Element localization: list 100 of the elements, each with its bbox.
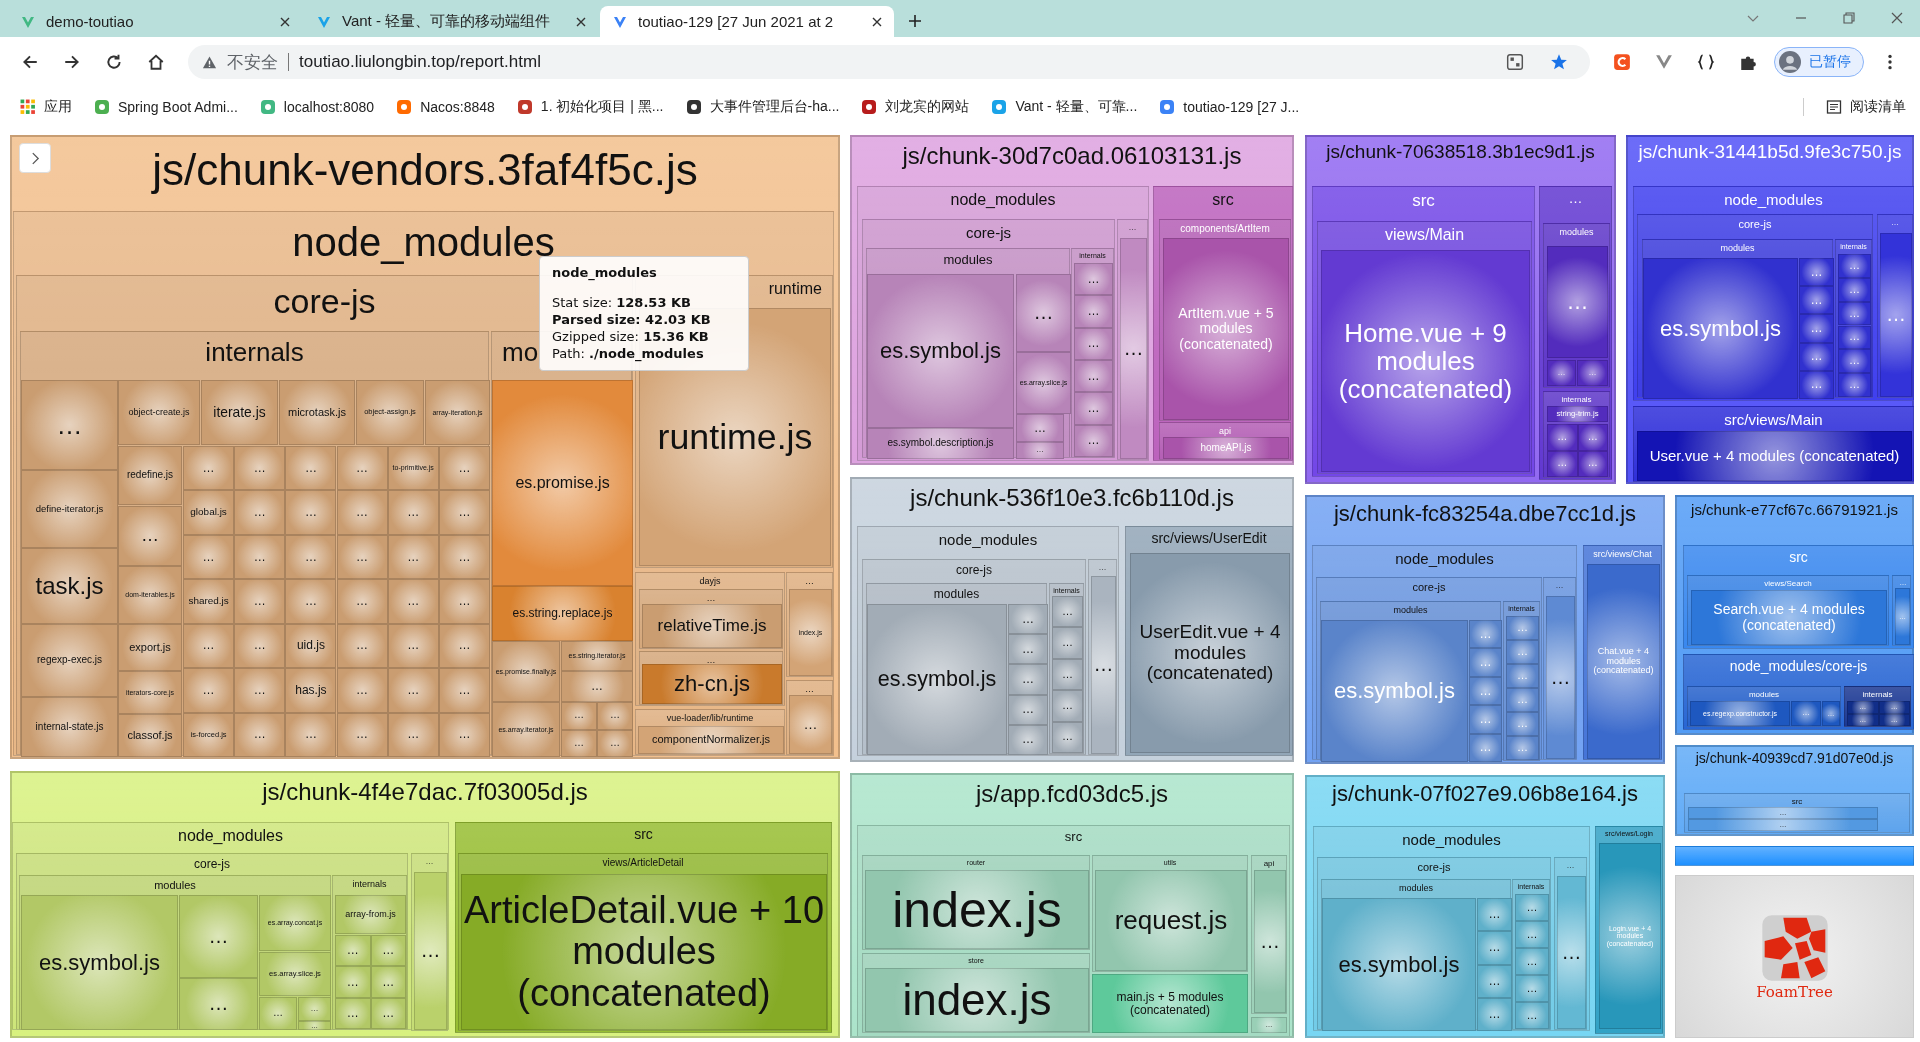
module-tile[interactable]: …	[285, 490, 337, 535]
module-tile[interactable]: …	[179, 895, 258, 978]
module-tile[interactable]: es.symbol.js	[21, 895, 178, 1030]
module-tile[interactable]: index.js	[865, 870, 1089, 949]
folder-tile[interactable]: … …	[1088, 559, 1117, 755]
module-tile[interactable]: …	[1120, 238, 1147, 459]
module-tile[interactable]: …	[438, 534, 490, 580]
module-tile[interactable]: …	[1515, 921, 1549, 948]
module-tile[interactable]: …	[1515, 1002, 1549, 1029]
bookmark-link[interactable]: localhost:8080	[259, 99, 375, 115]
folder-tile[interactable]: … zh-cn.js	[639, 651, 783, 705]
module-tile[interactable]: Home.vue + 9 modules (concatenated)	[1321, 250, 1530, 472]
module-tile[interactable]: es.string.replace.js	[492, 586, 633, 641]
module-tile[interactable]: …	[387, 579, 439, 624]
module-tile[interactable]: …	[234, 579, 286, 624]
module-tile[interactable]: …	[1254, 870, 1286, 1013]
module-tile[interactable]: …	[438, 668, 490, 713]
browser-tab[interactable]: Vant - 轻量、可靠的移动端组件	[304, 6, 598, 37]
module-tile[interactable]: regexp-exec.js	[21, 624, 118, 697]
folder-tile[interactable]: api …	[1251, 855, 1287, 1014]
module-tile[interactable]: …	[1052, 721, 1083, 753]
module-tile[interactable]: …	[1008, 634, 1048, 665]
module-tile[interactable]: relativeTime.js	[642, 604, 782, 648]
module-tile[interactable]: …	[285, 534, 337, 580]
folder-tile[interactable]: src views/Main Home.vue + 9 modules (concatenated)	[1312, 186, 1535, 477]
module-tile[interactable]: …	[336, 490, 388, 535]
module-tile[interactable]: …	[335, 966, 371, 998]
module-tile[interactable]: …	[1008, 694, 1048, 725]
bookmark-link[interactable]: 大事件管理后台-ha...	[685, 98, 840, 116]
folder-tile[interactable]: views/Main Home.vue + 9 modules (concatenated)	[1317, 221, 1532, 474]
folder-tile[interactable]: modules es.symbol.js … … … …	[1321, 879, 1511, 1030]
module-tile[interactable]: …	[1074, 392, 1113, 425]
module-tile[interactable]: …	[387, 712, 439, 757]
module-tile[interactable]: main.js + 5 modules (concatenated)	[1092, 974, 1248, 1033]
module-tile[interactable]: componentNormalizer.js	[638, 726, 784, 754]
module-tile[interactable]: classof.js	[118, 714, 182, 757]
sidebar-toggle-button[interactable]	[19, 143, 51, 173]
module-tile[interactable]: …	[285, 446, 337, 491]
module-tile[interactable]: …	[1557, 876, 1586, 1029]
browser-tab[interactable]: demo-toutiao	[8, 6, 302, 37]
module-tile[interactable]: …	[561, 729, 597, 757]
module-tile[interactable]: uid.js	[285, 623, 337, 669]
module-tile[interactable]: …	[1074, 360, 1113, 393]
module-tile[interactable]: …	[335, 997, 371, 1029]
bookmark-link[interactable]: 刘龙宾的网站	[861, 98, 970, 116]
profile-button[interactable]: 已暂停	[1774, 47, 1864, 77]
module-tile[interactable]: User.vue + 4 modules (concatenated)	[1637, 431, 1912, 481]
module-tile[interactable]: …	[438, 712, 490, 757]
close-icon[interactable]	[280, 16, 290, 27]
restore-icon[interactable]	[1842, 11, 1856, 25]
module-tile[interactable]: …	[336, 623, 388, 669]
folder-tile[interactable]: … …	[1554, 857, 1587, 1030]
module-tile[interactable]: …	[561, 702, 597, 730]
module-tile[interactable]: …	[414, 872, 447, 1030]
folder-tile[interactable]: src views/ArticleDetail ArticleDetail.vue + 10 modules (concatenated)	[455, 822, 832, 1033]
module-tile[interactable]: …	[234, 668, 286, 713]
module-tile[interactable]: …	[336, 712, 388, 757]
module-tile[interactable]: zh-cn.js	[642, 664, 782, 704]
module-tile[interactable]: export.js	[118, 624, 182, 671]
module-tile[interactable]: …	[1074, 327, 1113, 360]
back-icon[interactable]	[21, 53, 39, 71]
folder-tile[interactable]: modules es.symbol.js … … … … …	[866, 583, 1047, 754]
module-tile[interactable]: …	[1074, 263, 1113, 296]
close-icon[interactable]	[576, 16, 586, 27]
module-tile[interactable]: …	[183, 446, 235, 491]
module-tile[interactable]: …	[183, 668, 235, 713]
new-tab-icon[interactable]	[908, 14, 922, 28]
module-tile[interactable]: …	[234, 446, 286, 491]
module-tile[interactable]: …	[1074, 295, 1113, 328]
module-tile[interactable]: …	[21, 380, 118, 470]
module-tile[interactable]: …	[234, 623, 286, 669]
module-tile[interactable]: …	[1477, 997, 1512, 1031]
module-tile[interactable]: …	[438, 490, 490, 535]
close-icon[interactable]	[872, 16, 882, 27]
module-tile[interactable]: …	[285, 579, 337, 624]
module-tile[interactable]: …	[370, 935, 406, 967]
module-tile[interactable]: internal-state.js	[21, 697, 118, 757]
module-tile[interactable]: es.symbol.js	[867, 604, 1007, 755]
module-tile[interactable]: …	[1016, 442, 1064, 459]
chunk-tile[interactable]	[10, 771, 840, 1038]
module-tile[interactable]: …	[285, 712, 337, 757]
module-tile[interactable]: …	[1008, 664, 1048, 695]
module-tile[interactable]: …	[387, 623, 439, 669]
folder-tile[interactable]: … …	[786, 680, 833, 755]
module-tile[interactable]: …	[1052, 690, 1083, 722]
module-tile[interactable]: …	[1477, 931, 1512, 965]
module-tile[interactable]: …	[1008, 724, 1048, 755]
module-tile[interactable]: object-create.js	[118, 380, 200, 445]
extension-icon[interactable]	[1697, 53, 1715, 71]
module-tile[interactable]: …	[438, 623, 490, 669]
chunk-tile[interactable]	[850, 135, 1294, 465]
module-tile[interactable]: …	[335, 935, 371, 967]
module-tile[interactable]: …	[1477, 964, 1512, 998]
module-tile[interactable]: …	[1008, 604, 1048, 635]
module-tile[interactable]: es.symbol.description.js	[867, 428, 1014, 459]
module-tile[interactable]: …	[438, 446, 490, 491]
module-tile[interactable]: …	[438, 579, 490, 624]
module-tile[interactable]: …	[259, 997, 297, 1030]
folder-tile[interactable]	[20, 331, 489, 756]
module-tile[interactable]: …	[234, 490, 286, 535]
